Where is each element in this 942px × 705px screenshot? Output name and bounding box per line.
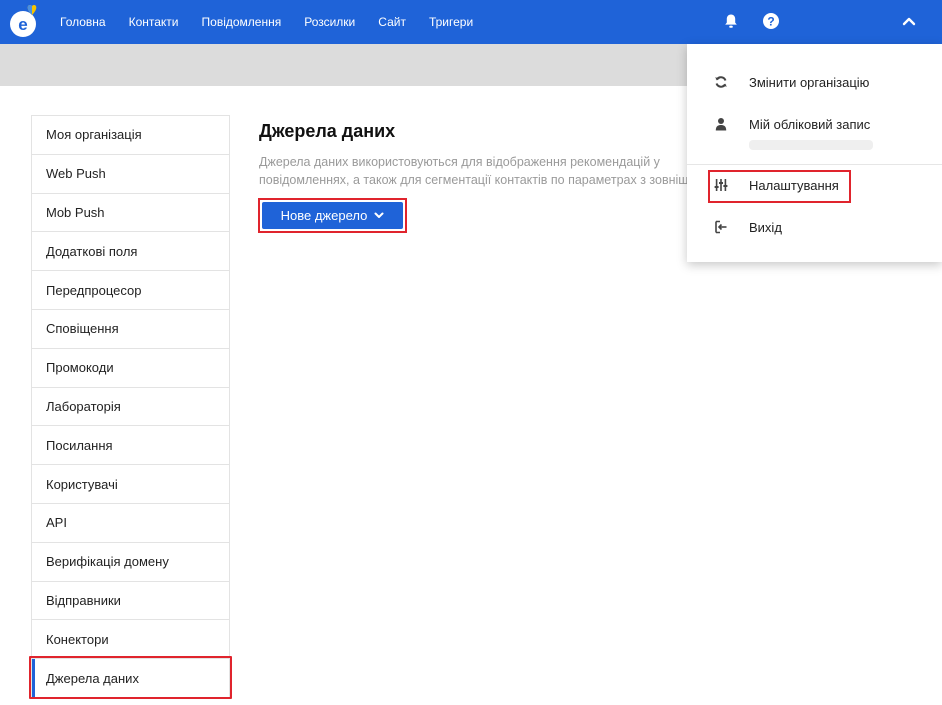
sidebar-item-preprocessor[interactable]: Передпроцесор xyxy=(32,271,229,310)
menu-item-label: Змінити організацію xyxy=(749,74,870,90)
svg-text:e: e xyxy=(18,15,27,34)
nav-item-contacts[interactable]: Контакти xyxy=(129,15,179,29)
top-navbar: e Головна Контакти Повідомлення Розсилки… xyxy=(0,0,942,44)
main-nav: Головна Контакти Повідомлення Розсилки С… xyxy=(60,0,496,44)
page-title: Джерела даних xyxy=(259,121,396,141)
sidebar-item-domain-verification[interactable]: Верифікація домену xyxy=(32,543,229,582)
nav-item-home[interactable]: Головна xyxy=(60,15,106,29)
sidebar-item-api[interactable]: API xyxy=(32,504,229,543)
sidebar-item-web-push[interactable]: Web Push xyxy=(32,155,229,194)
menu-item-settings[interactable]: Налаштування xyxy=(687,170,942,200)
chevron-up-icon[interactable] xyxy=(898,10,920,32)
menu-item-label: Налаштування xyxy=(749,177,839,193)
account-email-placeholder xyxy=(749,140,873,150)
chevron-down-icon xyxy=(374,212,384,219)
description-line-1: Джерела даних використовуються для відоб… xyxy=(259,155,660,169)
svg-text:?: ? xyxy=(767,14,774,28)
page-description: Джерела даних використовуються для відоб… xyxy=(259,153,689,189)
bell-icon[interactable] xyxy=(720,10,742,32)
description-line-2: повідомленнях, а також для сегментації к… xyxy=(259,173,689,187)
logout-icon xyxy=(712,218,730,236)
menu-item-my-account[interactable]: Мій обліковий запис xyxy=(687,109,942,139)
nav-item-site[interactable]: Сайт xyxy=(378,15,406,29)
new-source-label: Нове джерело xyxy=(280,208,368,223)
menu-item-label: Мій обліковий запис xyxy=(749,116,871,132)
sidebar-item-data-sources[interactable]: Джерела даних xyxy=(32,659,229,698)
menu-item-change-organization[interactable]: Змінити організацію xyxy=(687,67,942,97)
menu-item-label: Вихід xyxy=(749,219,782,235)
sidebar-item-users[interactable]: Користувачі xyxy=(32,465,229,504)
sidebar-item-additional-fields[interactable]: Додаткові поля xyxy=(32,232,229,272)
nav-item-triggers[interactable]: Тригери xyxy=(429,15,473,29)
esputnik-logo[interactable]: e xyxy=(8,4,46,40)
help-icon[interactable]: ? xyxy=(760,10,782,32)
refresh-icon xyxy=(712,73,730,91)
sidebar-item-mob-push[interactable]: Mob Push xyxy=(32,194,229,233)
sliders-icon xyxy=(712,176,730,194)
sidebar-item-links[interactable]: Посилання xyxy=(32,426,229,466)
sidebar-item-promocodes[interactable]: Промокоди xyxy=(32,349,229,388)
user-dropdown-menu: Змінити організацію Мій обліковий запис … xyxy=(687,44,942,262)
nav-item-messages[interactable]: Повідомлення xyxy=(202,15,282,29)
nav-item-campaigns[interactable]: Розсилки xyxy=(304,15,355,29)
sidebar-item-notifications[interactable]: Сповіщення xyxy=(32,310,229,349)
settings-sidebar: Моя організація Web Push Mob Push Додатк… xyxy=(31,115,230,699)
new-source-button[interactable]: Нове джерело xyxy=(262,202,403,229)
menu-item-logout[interactable]: Вихід xyxy=(687,212,942,242)
sidebar-item-laboratory[interactable]: Лабораторія xyxy=(32,388,229,427)
sidebar-item-my-organization[interactable]: Моя організація xyxy=(32,116,229,155)
sidebar-item-connectors[interactable]: Конектори xyxy=(32,620,229,660)
sidebar-item-senders[interactable]: Відправники xyxy=(32,582,229,621)
user-icon xyxy=(712,115,730,133)
menu-divider xyxy=(687,164,942,165)
